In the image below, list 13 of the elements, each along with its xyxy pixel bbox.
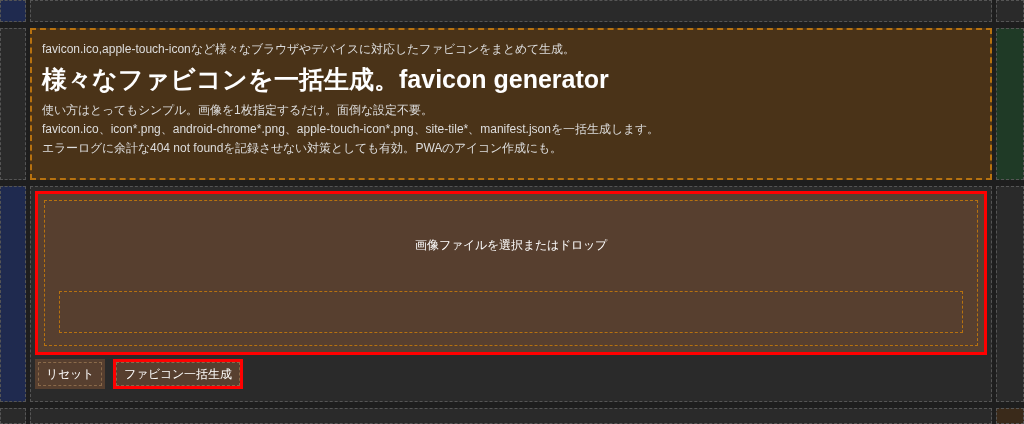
side-panel [996, 0, 1024, 22]
side-panel [0, 408, 26, 424]
page-title: 様々なファビコンを一括生成。favicon generator [42, 64, 610, 95]
action-button[interactable]: ファビコン一括生成 [113, 359, 243, 389]
tagline: favicon.ico,apple-touch-iconなど様々なブラウザやデバイスに対応したファビコンをまとめて生成。 [42, 41, 576, 58]
side-panel [996, 408, 1024, 424]
drop-zone[interactable]: 画像ファイルを選択またはドロップ [35, 191, 987, 355]
action-button[interactable]: リセット [35, 359, 105, 389]
drop-zone-label: 画像ファイルを選択またはドロップ [415, 237, 607, 253]
side-panel [0, 0, 26, 22]
description-line: エラーログに余計な404 not foundを記録させない対策としても有効。PWAのアイコン作成にも。 [42, 140, 564, 157]
description-line: favicon.ico、icon*.png、android-chrome*.png、apple-touch-icon*.png、site-tile*、manifest.jsonを一括生成します。 [42, 121, 660, 138]
description-line: 使い方はとってもシンプル。画像を1枚指定するだけ。面倒な設定不要。 [42, 102, 434, 119]
